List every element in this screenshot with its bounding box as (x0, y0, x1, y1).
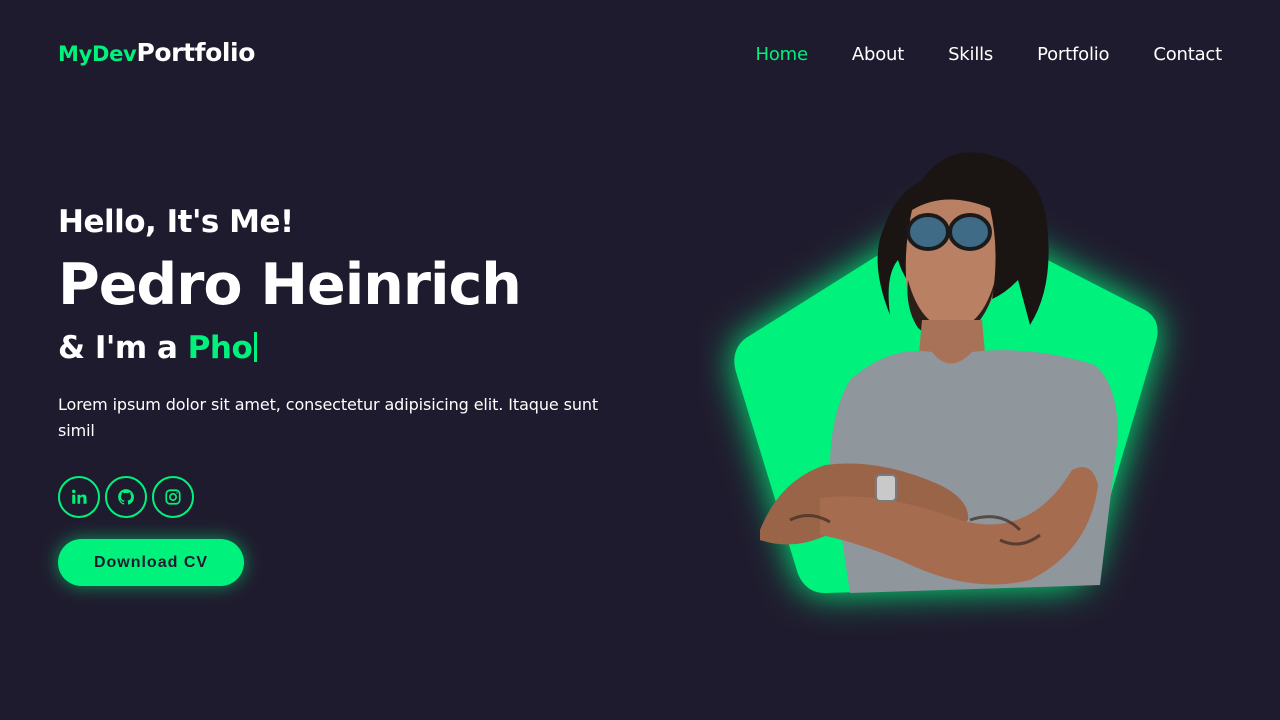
hero-description: Lorem ipsum dolor sit amet, consectetur … (58, 395, 599, 440)
logo-accent-text: MyDev (58, 42, 137, 66)
linkedin-link[interactable] (58, 476, 100, 518)
site-header: MyDev Portfolio Home About Skills Portfol… (0, 0, 1280, 110)
nav-link-home[interactable]: Home (756, 44, 809, 65)
main-nav: Home About Skills Portfolio Contact (712, 44, 1223, 65)
linkedin-icon (72, 489, 87, 504)
instagram-icon (165, 489, 181, 505)
github-icon (118, 489, 134, 505)
nav-link-contact[interactable]: Contact (1153, 44, 1222, 65)
role-typed-text: Pho (187, 330, 253, 366)
instagram-link[interactable] (152, 476, 194, 518)
nav-link-skills[interactable]: Skills (948, 44, 993, 65)
social-links (58, 476, 658, 518)
hero-section: Hello, It's Me! Pedro Heinrich & I'm a P… (58, 200, 658, 586)
portrait-illustration (734, 152, 1158, 593)
site-logo[interactable]: MyDev Portfolio (58, 38, 255, 67)
nav-link-about[interactable]: About (852, 44, 904, 65)
role-prefix: & I'm a (58, 330, 188, 366)
portrait-area (700, 140, 1200, 640)
typing-cursor (254, 332, 258, 362)
github-link[interactable] (105, 476, 147, 518)
hero-name: Pedro Heinrich (58, 252, 522, 318)
nav-link-portfolio[interactable]: Portfolio (1037, 44, 1109, 65)
hero-role: & I'm a Pho (58, 326, 658, 370)
logo-main-text: Portfolio (136, 38, 255, 67)
download-cv-button[interactable]: Download CV (58, 539, 244, 586)
hero-greeting: Hello, It's Me! (58, 204, 294, 240)
